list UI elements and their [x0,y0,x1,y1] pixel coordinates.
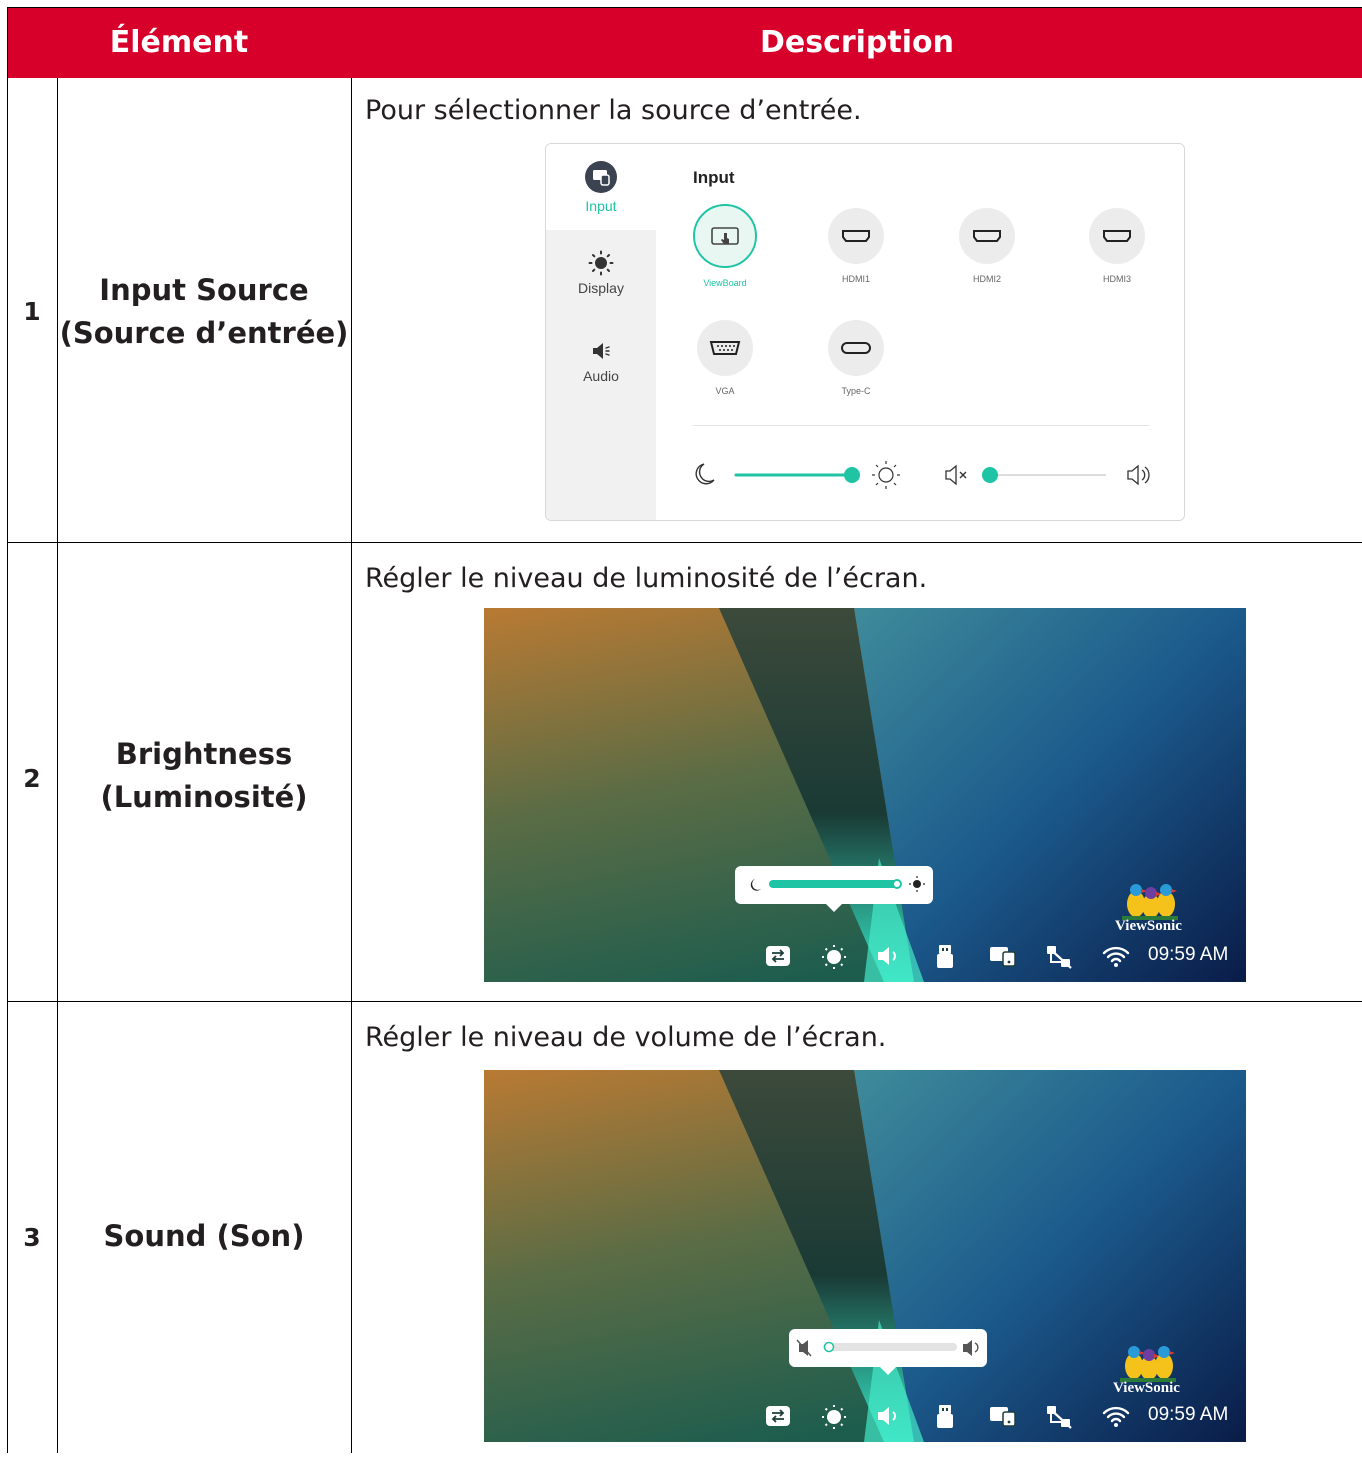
speaker-icon[interactable] [875,944,903,968]
brightness-screenshot: 09:59 AM ViewSonic [484,608,1246,982]
row-number: 2 [23,764,41,793]
taskbar: 09:59 AM [484,1392,1246,1442]
mute-icon [796,1339,812,1357]
source-hdmi1[interactable]: HDMI1 [811,208,901,284]
brightness-icon[interactable] [821,944,847,970]
brightness-icon[interactable] [821,1404,847,1430]
taskbar: 09:59 AM [484,932,1246,982]
vga-port-icon [709,341,741,355]
source-type-c[interactable]: Type-C [811,320,901,396]
touch-screen-icon [711,227,739,245]
source-hdmi2[interactable]: HDMI2 [942,208,1032,284]
sidebar-item-audio[interactable]: Audio [546,338,656,384]
wifi-icon[interactable] [1101,1404,1131,1428]
element-name: Brightness (Luminosité) [100,737,308,814]
source-viewboard[interactable]: ViewBoard [680,204,770,288]
source-hdmi3[interactable]: HDMI3 [1072,208,1162,284]
screen-share-icon[interactable] [989,944,1017,968]
brightness-icon [588,250,614,276]
volume-icon [963,1340,979,1356]
speaker-icon[interactable] [875,1404,903,1428]
speaker-icon [593,343,610,359]
volume-popup-thumb [823,1341,835,1353]
brightness-popup [735,866,933,912]
usb-drive-icon[interactable] [935,944,955,970]
panel-title: Input [693,168,735,187]
source-vga[interactable]: VGA [680,320,770,396]
network-disconnected-icon[interactable] [1045,1404,1073,1430]
volume-icon [1127,464,1150,486]
viewsonic-wordmark: ViewSonic [1113,1380,1180,1396]
sound-screenshot: 09:59 AM ViewSonic [484,1070,1246,1442]
row-description: Régler le niveau de volume de l’écran. [365,1022,887,1053]
sun-outline-icon [872,461,900,489]
row-number: 3 [23,1223,41,1252]
moon-icon [750,879,761,891]
header-description: Description [351,7,1362,78]
hdmi-port-icon [842,230,870,242]
mute-icon [945,464,967,486]
row-number: 1 [23,297,41,326]
panel-sliders [695,461,1150,489]
usb-c-port-icon [841,342,871,354]
brightness-popup-thumb [892,879,902,889]
row-description: Régler le niveau de luminosité de l’écra… [365,563,928,594]
hdmi-port-icon [1103,230,1131,242]
moon-icon [695,463,715,485]
volume-slider-thumb [982,467,998,483]
input-settings-panel: Input Display Audio Input ViewBoard HDMI… [545,143,1185,521]
element-name: Sound (Son) [103,1219,305,1253]
sidebar-item-input[interactable]: Input [546,160,656,214]
viewsonic-wordmark: ViewSonic [1115,918,1182,934]
header-element: Élément [7,7,351,78]
panel-divider [693,425,1149,426]
brightness-slider-thumb [844,467,860,483]
screen-share-icon[interactable] [989,1404,1017,1428]
input-switch-icon[interactable] [765,944,791,968]
row-description: Pour sélectionner la source d’entrée. [365,95,862,126]
volume-popup [789,1329,987,1375]
sun-icon [909,876,925,892]
sidebar-item-display[interactable]: Display [546,250,656,296]
input-switch-icon[interactable] [765,1404,791,1428]
element-name: Input Source (Source d’entrée) [59,273,349,350]
input-icon [585,161,617,193]
network-disconnected-icon[interactable] [1045,944,1073,970]
hdmi-port-icon [973,230,1001,242]
usb-drive-icon[interactable] [935,1404,955,1430]
taskbar-clock: 09:59 AM [1148,1404,1229,1425]
taskbar-clock: 09:59 AM [1148,944,1229,965]
wifi-icon[interactable] [1101,944,1131,968]
